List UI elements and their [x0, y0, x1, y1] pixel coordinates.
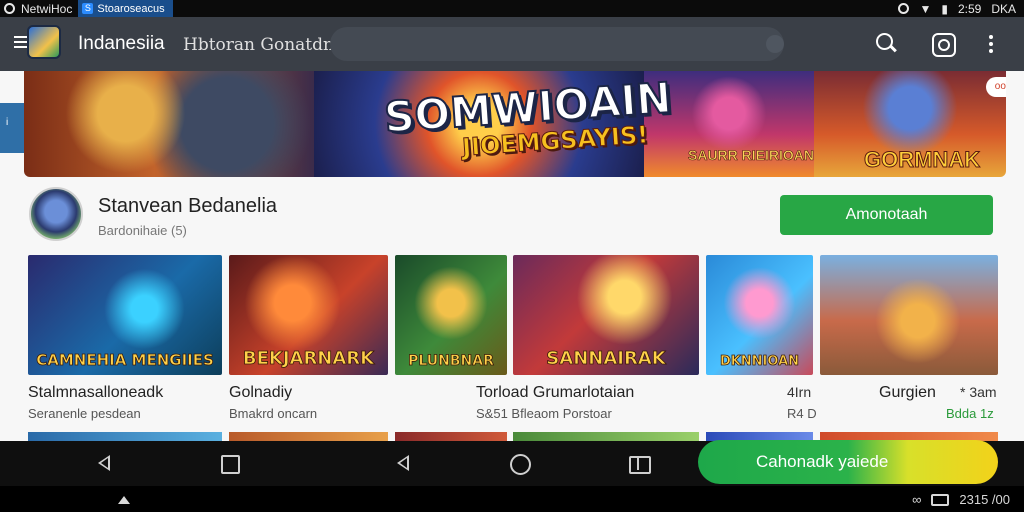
games-row: CAMNEHIA MENGIIES BEKJARNARK PLUNBNAR SA…	[0, 255, 1024, 441]
game-thumbnail[interactable]: CAMNEHIA MENGIIES	[28, 255, 222, 375]
app-bar: Indanesiia Hbtoran Gonatdna	[0, 17, 1024, 71]
status-tab-chip[interactable]: S Stoaroseacus	[78, 0, 173, 17]
game-thumbnail-row2[interactable]	[395, 432, 507, 441]
game-thumb-text: PLUNBNAR	[408, 353, 495, 370]
game-thumb-text: CAMNEHIA MENGIIES	[36, 351, 214, 370]
back-icon[interactable]	[94, 453, 114, 473]
banner-badge: oor	[986, 77, 1006, 97]
app-subtitle: Hbtoran Gonatdna	[183, 35, 345, 55]
game-thumbnail[interactable]: DKNNIOAN	[706, 255, 813, 375]
infinity-icon: ∞	[912, 492, 922, 507]
banner-card3-text: SAURR RIEIRIOAN	[688, 147, 815, 164]
side-tab-label: i	[6, 117, 9, 128]
game-meta-top: 4Irn	[787, 384, 812, 400]
game-thumbnail[interactable]: SANNAIRAK	[513, 255, 699, 375]
menu-icon[interactable]	[14, 36, 28, 48]
game-subtitle: S&51 Bfleaom Porstoar	[476, 406, 612, 421]
app-title: Indanesiia	[78, 33, 165, 54]
content-area: i SOMWIOAIN JIOEMGSAYIS! SAURR RIEIRIOAN…	[0, 71, 1024, 441]
game-meta-bottom: Bdda 1z	[946, 406, 994, 421]
search-icon[interactable]	[874, 31, 898, 55]
install-button[interactable]: Amonotaah	[780, 195, 993, 235]
system-bottom-strip: ∞ 2315 /00	[0, 486, 1024, 512]
game-thumbnail-row2[interactable]	[513, 432, 699, 441]
recent-apps-icon[interactable]	[628, 453, 651, 474]
record-icon	[4, 3, 15, 14]
status-left: NetwiHoc S Stoaroseacus	[4, 0, 173, 17]
app-name: Stanvean Bedanelia	[98, 195, 278, 217]
game-subtitle: Seranenle pesdean	[28, 406, 141, 421]
game-title[interactable]: Torload Grumarlotaian	[476, 384, 634, 402]
caret-up-icon[interactable]	[118, 496, 130, 504]
status-left-text: NetwiHoc	[21, 1, 73, 16]
promo-banner[interactable]: SOMWIOAIN JIOEMGSAYIS! SAURR RIEIRIOAN G…	[24, 71, 1006, 177]
game-thumbnail[interactable]: BEKJARNARK	[229, 255, 388, 375]
game-subtitle: Bmakrd oncarn	[229, 406, 318, 421]
banner-art-1	[24, 71, 314, 177]
url-bar[interactable]	[330, 27, 784, 61]
game-thumbnail-row2[interactable]	[28, 432, 222, 441]
share-icon[interactable]	[930, 31, 956, 57]
status-right: ▼ ▮ 2:59 DKA	[898, 0, 1016, 17]
game-thumbnail[interactable]	[820, 255, 998, 375]
bottom-time: 2315 /00	[959, 492, 1010, 507]
app-info: Stanvean Bedanelia Bardonihaie (5) Amono…	[24, 177, 1006, 257]
game-meta-bottom: R4 D	[787, 406, 817, 421]
bottom-right-tray: ∞ 2315 /00	[912, 492, 1010, 507]
more-options-icon[interactable]	[981, 31, 1001, 55]
url-end-icon	[766, 35, 784, 53]
game-meta-top: * 3am	[960, 384, 997, 400]
side-tab[interactable]: i	[0, 103, 24, 153]
game-thumbnail-row2[interactable]	[229, 432, 388, 441]
banner-card4-text: GORMNAK	[863, 147, 981, 173]
back-icon[interactable]	[393, 453, 413, 473]
status-right-suffix: DKA	[991, 1, 1016, 16]
overview-icon[interactable]	[219, 453, 240, 474]
app-s-icon: S	[82, 3, 94, 14]
home-icon[interactable]	[509, 453, 531, 475]
app-logo	[27, 25, 61, 59]
battery-icon: ▮	[941, 1, 948, 16]
game-title[interactable]: Gurgien	[879, 384, 936, 402]
action-pill-button[interactable]: Cahonadk yaiede	[698, 440, 998, 484]
avatar	[29, 187, 83, 241]
game-thumb-text: SANNAIRAK	[546, 348, 666, 370]
status-tab-label: Stoaroseacus	[97, 2, 165, 15]
alarm-icon	[898, 3, 910, 14]
game-title[interactable]: Golnadiy	[229, 384, 292, 402]
game-thumb-text: DKNNIOAN	[719, 354, 800, 370]
status-bar: NetwiHoc S Stoaroseacus ▼ ▮ 2:59 DKA	[0, 0, 1024, 17]
game-title[interactable]: Stalmnasalloneadk	[28, 384, 163, 402]
app-meta: Bardonihaie (5)	[98, 223, 187, 238]
keyboard-icon[interactable]	[931, 493, 950, 506]
game-thumb-text: BEKJARNARK	[242, 348, 375, 370]
game-thumbnail[interactable]: PLUNBNAR	[395, 255, 507, 375]
wifi-icon: ▼	[919, 1, 932, 16]
status-time: 2:59	[957, 1, 982, 16]
